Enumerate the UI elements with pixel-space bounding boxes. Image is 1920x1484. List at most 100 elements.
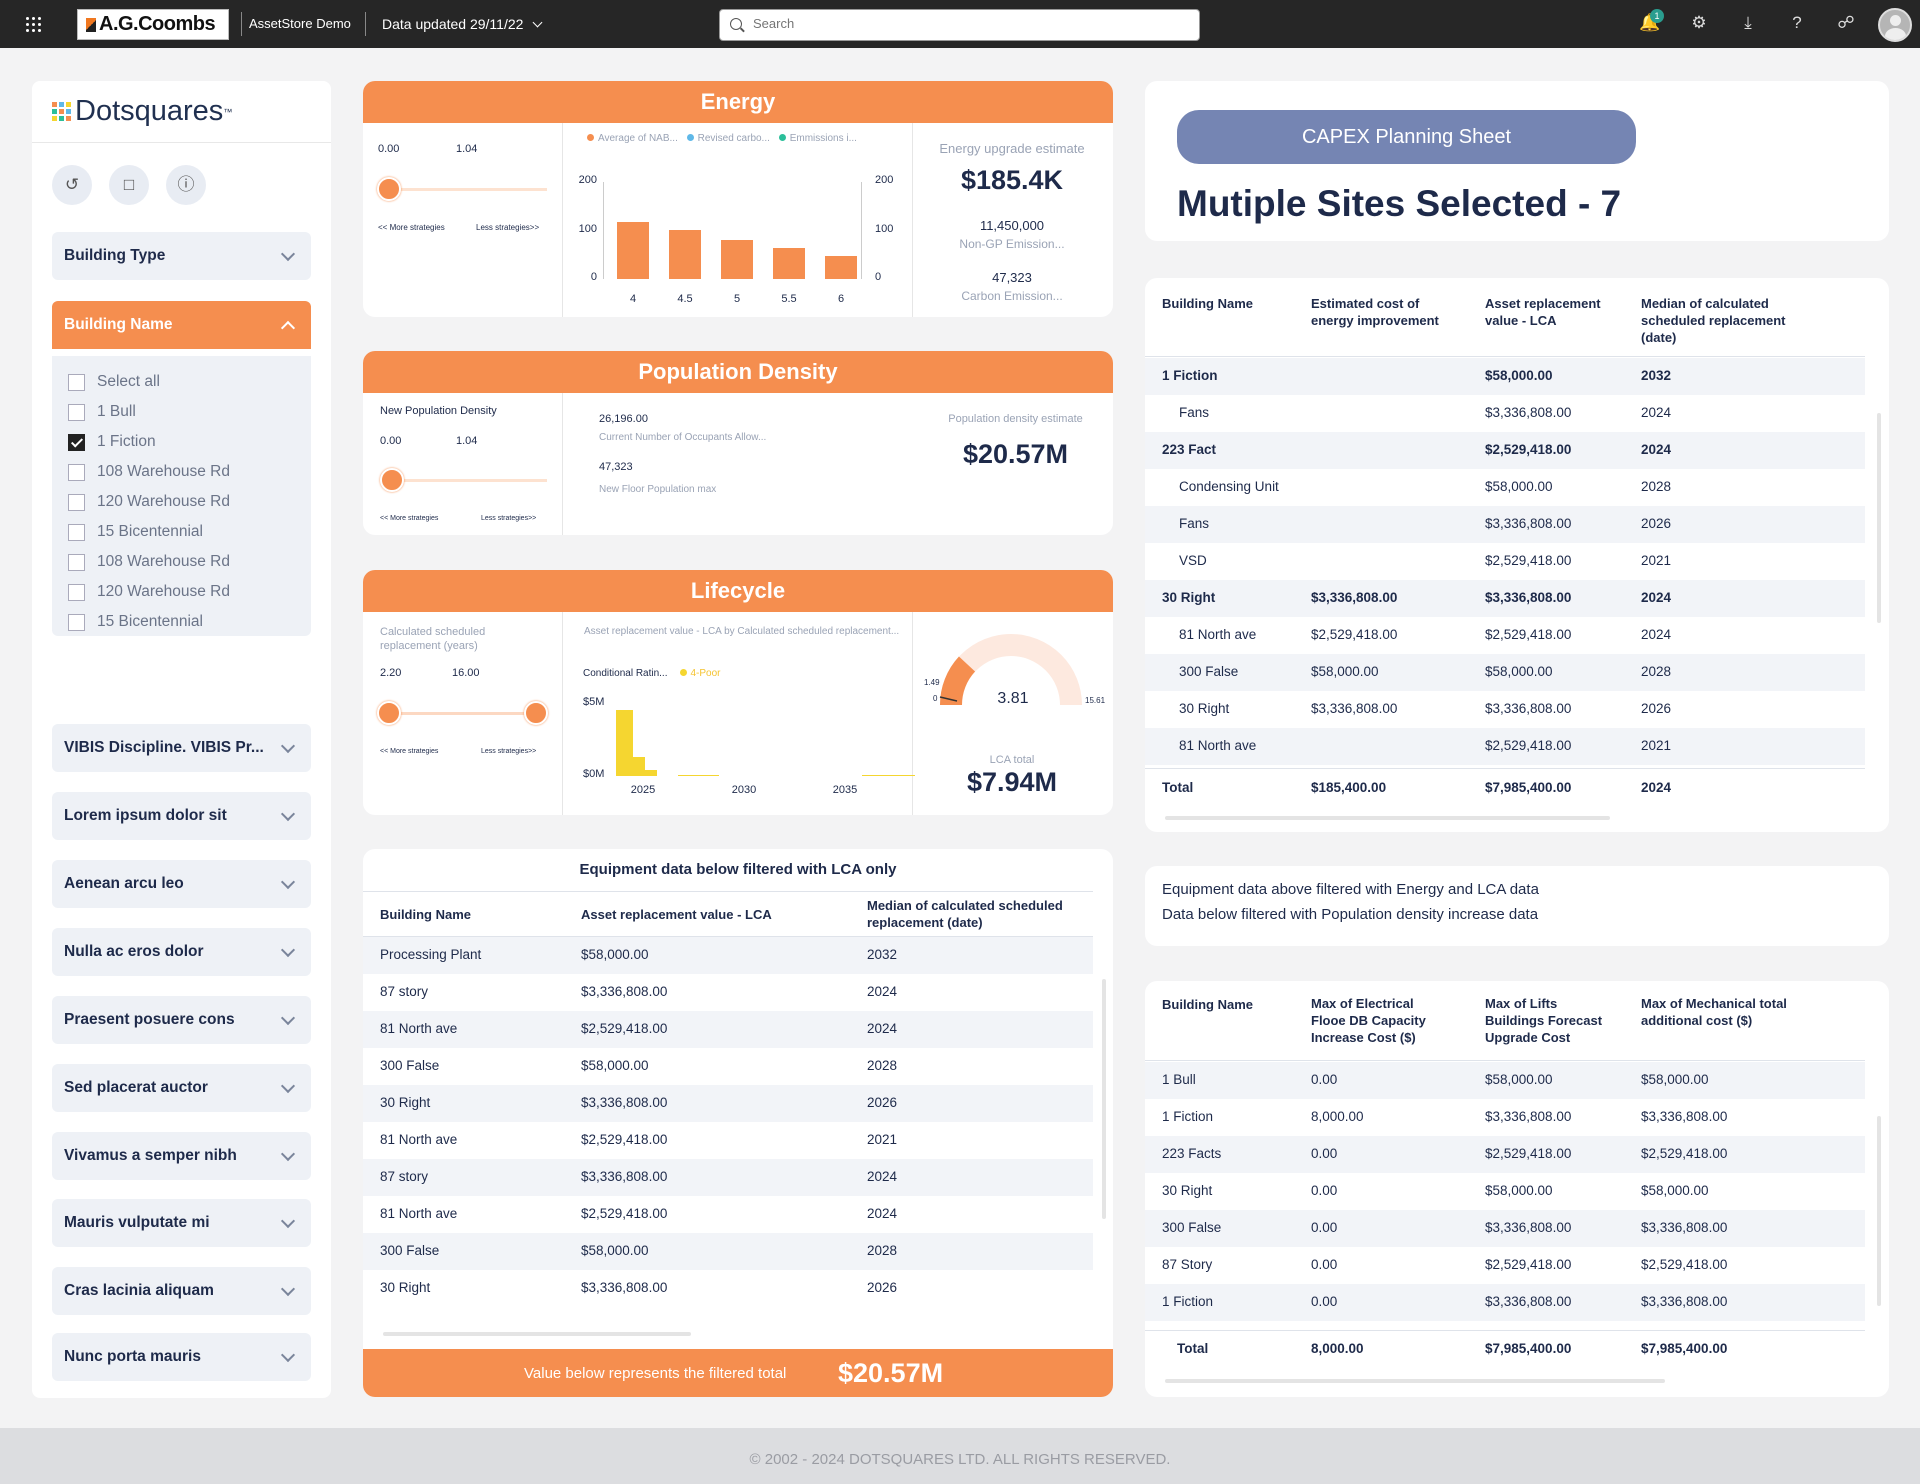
checkbox[interactable] [68,613,85,631]
table-row[interactable]: 300 False $58,000.00 2028 [363,1048,1093,1085]
checkbox-item[interactable]: 1 Bull [68,402,136,422]
search-box[interactable] [719,9,1200,41]
filter-dropdown[interactable]: Nulla ac eros dolor [52,928,311,976]
table-row[interactable]: 30 Right $3,336,808.00 $3,336,808.00 2024 [1145,580,1865,617]
bar[interactable] [721,240,753,279]
checkbox-item[interactable]: Select all [68,372,160,392]
checkbox-item[interactable]: 120 Warehouse Rd [68,492,230,512]
filter-dropdown[interactable]: Sed placerat auctor [52,1064,311,1112]
table-row[interactable]: 81 North ave $2,529,418.00 2021 [363,1122,1093,1159]
table-row[interactable]: 81 North ave $2,529,418.00 2021 [1145,728,1865,765]
bar[interactable] [773,248,805,279]
less-strategies-link[interactable]: Less strategies>> [481,748,536,755]
filter-dropdown[interactable]: Vivamus a semper nibh [52,1132,311,1180]
checkbox[interactable] [68,493,85,511]
more-strategies-link[interactable]: << More strategies [380,515,438,522]
filter-building-type[interactable]: Building Type [52,232,311,280]
energy-slider-handle[interactable] [377,177,401,201]
app-launcher-icon[interactable] [26,17,42,33]
back-icon[interactable]: ↺ [52,165,92,205]
filter-building-name[interactable]: Building Name [52,301,311,349]
bookmark-icon[interactable]: □ [109,165,149,205]
checkbox-item[interactable]: 15 Bicentennial [68,612,203,632]
table-row[interactable]: 1 Fiction 8,000.00 $3,336,808.00 $3,336,808… [1145,1099,1865,1136]
table-row[interactable]: Fans $3,336,808.00 2024 [1145,395,1865,432]
less-strategies-link[interactable]: Less strategies>> [476,223,539,232]
horizontal-scrollbar[interactable] [1165,816,1610,820]
filter-dropdown[interactable]: VIBIS Discipline. VIBIS Pr... [52,724,311,772]
table-row[interactable]: 1 Bull 0.00 $58,000.00 $58,000.00 [1145,1062,1865,1099]
bar[interactable] [617,222,649,279]
table-row[interactable]: Condensing Unit $58,000.00 2028 [1145,469,1865,506]
horizontal-scrollbar[interactable] [383,1332,691,1336]
checkbox-item[interactable]: 108 Warehouse Rd [68,462,230,482]
checkbox[interactable] [68,523,85,541]
table-row[interactable]: Fans $3,336,808.00 2026 [1145,506,1865,543]
table-row[interactable]: 300 False $58,000.00 $58,000.00 2028 [1145,654,1865,691]
checkbox-item[interactable]: 1 Fiction [68,432,156,452]
checkbox[interactable] [68,403,85,421]
table-row[interactable]: 223 Fact $2,529,418.00 2024 [1145,432,1865,469]
help-icon[interactable]: ? [1786,13,1808,33]
table-row[interactable]: 300 False 0.00 $3,336,808.00 $3,336,808.00 [1145,1210,1865,1247]
table-row[interactable]: 223 Facts 0.00 $2,529,418.00 $2,529,418.00 [1145,1136,1865,1173]
table-row[interactable]: Processing Plant $58,000.00 2032 [363,937,1093,974]
less-strategies-link[interactable]: Less strategies>> [481,515,536,522]
filter-dropdown[interactable]: Nunc porta mauris [52,1333,311,1381]
checkbox-item[interactable]: 15 Bicentennial [68,522,203,542]
vertical-scrollbar[interactable] [1877,413,1881,623]
lifecycle-slider-max-handle[interactable] [524,701,548,725]
user-avatar[interactable] [1878,8,1912,42]
bar[interactable] [825,256,857,279]
filter-dropdown[interactable]: Mauris vulputate mi [52,1199,311,1247]
checkbox[interactable] [68,433,85,451]
checkbox[interactable] [68,553,85,571]
filter-dropdown[interactable]: Praesent posuere cons [52,996,311,1044]
gear-icon[interactable]: ⚙ [1688,13,1710,33]
table-row[interactable]: 87 Story 0.00 $2,529,418.00 $2,529,418.00 [1145,1247,1865,1284]
checkbox-item[interactable]: 120 Warehouse Rd [68,582,230,602]
bar[interactable] [640,769,658,776]
table-row[interactable]: 1 Fiction $58,000.00 2032 [1145,358,1865,395]
table-row[interactable]: 81 North ave $2,529,418.00 $2,529,418.00 20… [1145,617,1865,654]
table-row[interactable]: 30 Right $3,336,808.00 $3,336,808.00 2026 [1145,691,1865,728]
horizontal-scrollbar[interactable] [1165,1379,1665,1383]
table-row[interactable]: 81 North ave $2,529,418.00 2024 [363,1196,1093,1233]
bar[interactable] [702,774,719,776]
filter-dropdown[interactable]: Aenean arcu leo [52,860,311,908]
population-slider-handle[interactable] [380,468,404,492]
capex-planning-sheet-button[interactable]: CAPEX Planning Sheet [1177,110,1636,164]
table-row[interactable]: 30 Right 0.00 $58,000.00 $58,000.00 [1145,1173,1865,1210]
table-row[interactable]: 300 False $58,000.00 2028 [363,1233,1093,1270]
energy-slider-track[interactable] [387,188,547,191]
table-row[interactable]: 30 Right $3,336,808.00 2026 [363,1085,1093,1122]
table-row[interactable]: 1 Fiction 0.00 $3,336,808.00 $3,336,808.00 [1145,1284,1865,1321]
checkbox[interactable] [68,373,85,391]
bar[interactable] [669,229,701,279]
search-input[interactable] [753,16,1183,31]
table-row[interactable]: 81 North ave $2,529,418.00 2024 [363,1011,1093,1048]
filter-dropdown[interactable]: Lorem ipsum dolor sit [52,792,311,840]
filter-dropdown[interactable]: Cras lacinia aliquam [52,1267,311,1315]
table-cell: $58,000.00 [581,1243,649,1258]
vertical-scrollbar[interactable] [1877,1116,1881,1306]
table-row[interactable]: 87 story $3,336,808.00 2024 [363,1159,1093,1196]
table-cell: 2028 [867,1243,898,1258]
info-icon[interactable]: ⓘ [166,165,206,205]
download-icon[interactable]: ⤓ [1737,13,1759,33]
table-row[interactable]: 87 story $3,336,808.00 2024 [363,974,1093,1011]
lifecycle-slider-track[interactable] [389,712,539,715]
population-slider-track[interactable] [387,479,547,482]
lifecycle-slider-min-handle[interactable] [377,701,401,725]
checkbox[interactable] [68,583,85,601]
more-strategies-link[interactable]: << More strategies [378,223,445,232]
bar[interactable] [898,774,916,776]
data-updated-dropdown[interactable]: Data updated 29/11/22 [382,16,543,32]
vertical-scrollbar[interactable] [1102,979,1106,1219]
table-row[interactable]: VSD $2,529,418.00 2021 [1145,543,1865,580]
checkbox-item[interactable]: 108 Warehouse Rd [68,552,230,572]
checkbox[interactable] [68,463,85,481]
share-icon[interactable]: ☍ [1835,13,1857,33]
more-strategies-link[interactable]: << More strategies [380,748,438,755]
table-row[interactable]: 30 Right $3,336,808.00 2026 [363,1270,1093,1307]
